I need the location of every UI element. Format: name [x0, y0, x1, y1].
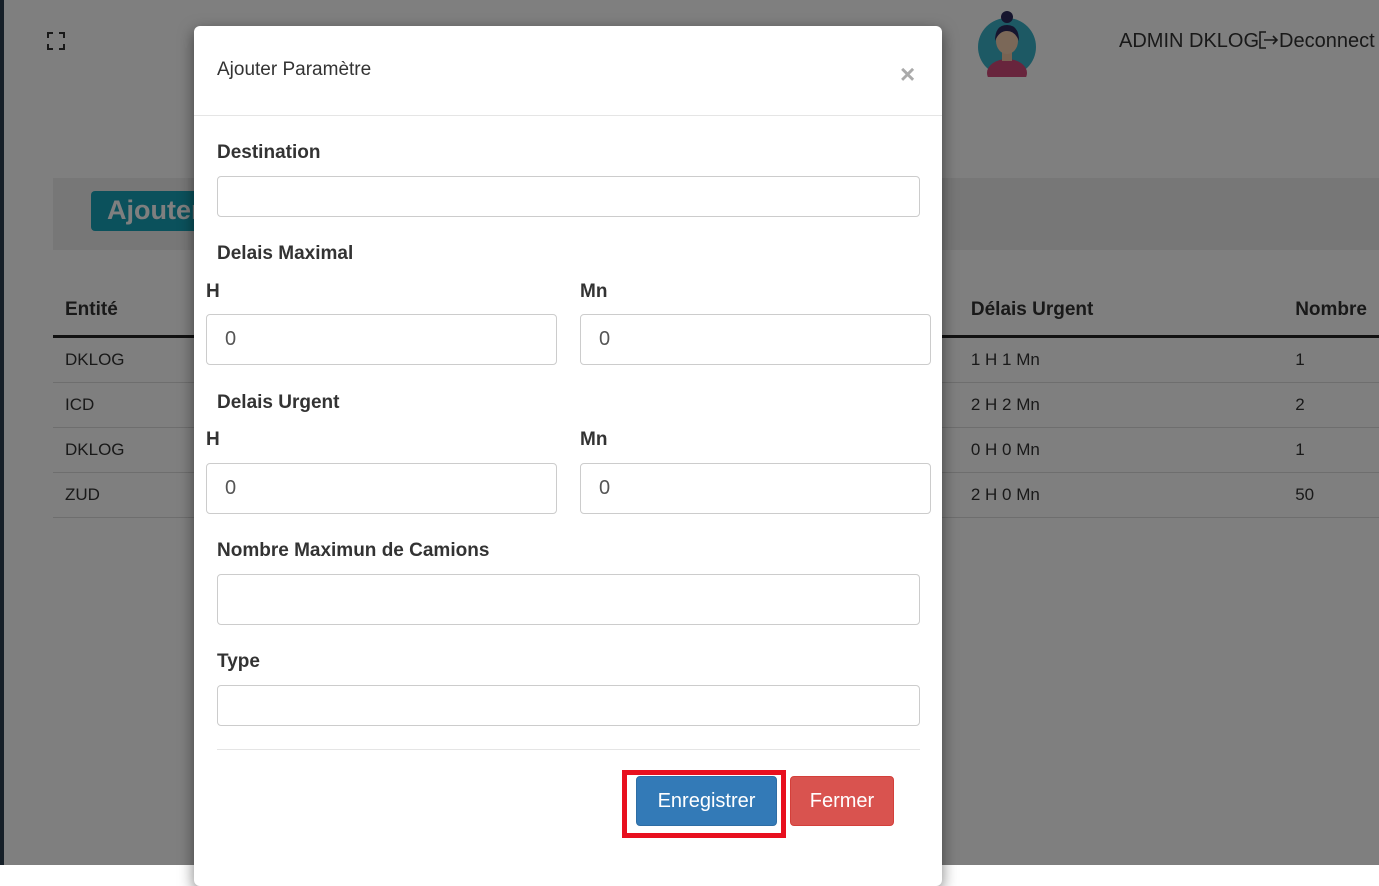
close-icon[interactable]: ×	[900, 61, 915, 87]
max-trucks-input[interactable]	[217, 574, 920, 625]
urgent-delay-label: Delais Urgent	[217, 392, 340, 413]
urgent-delay-hours-label: H	[206, 429, 220, 450]
max-delay-hours-label: H	[206, 281, 220, 302]
type-label: Type	[217, 651, 260, 672]
add-parameter-modal: Ajouter Paramètre × Destination Delais M…	[194, 26, 942, 886]
modal-title: Ajouter Paramètre	[217, 59, 372, 80]
max-delay-label: Delais Maximal	[217, 243, 354, 264]
max-delay-minutes-input[interactable]	[580, 314, 931, 365]
destination-label: Destination	[217, 142, 321, 163]
destination-input[interactable]	[217, 176, 920, 217]
modal-footer-divider	[217, 749, 920, 750]
save-button[interactable]: Enregistrer	[636, 776, 777, 826]
max-delay-hours-input[interactable]	[206, 314, 557, 365]
urgent-delay-minutes-label: Mn	[580, 429, 608, 450]
max-delay-minutes-label: Mn	[580, 281, 608, 302]
urgent-delay-minutes-input[interactable]	[580, 463, 931, 514]
max-trucks-label: Nombre Maximun de Camions	[217, 540, 490, 561]
type-input[interactable]	[217, 685, 920, 726]
urgent-delay-hours-input[interactable]	[206, 463, 557, 514]
modal-header: Ajouter Paramètre ×	[194, 26, 942, 116]
close-button[interactable]: Fermer	[790, 776, 894, 826]
